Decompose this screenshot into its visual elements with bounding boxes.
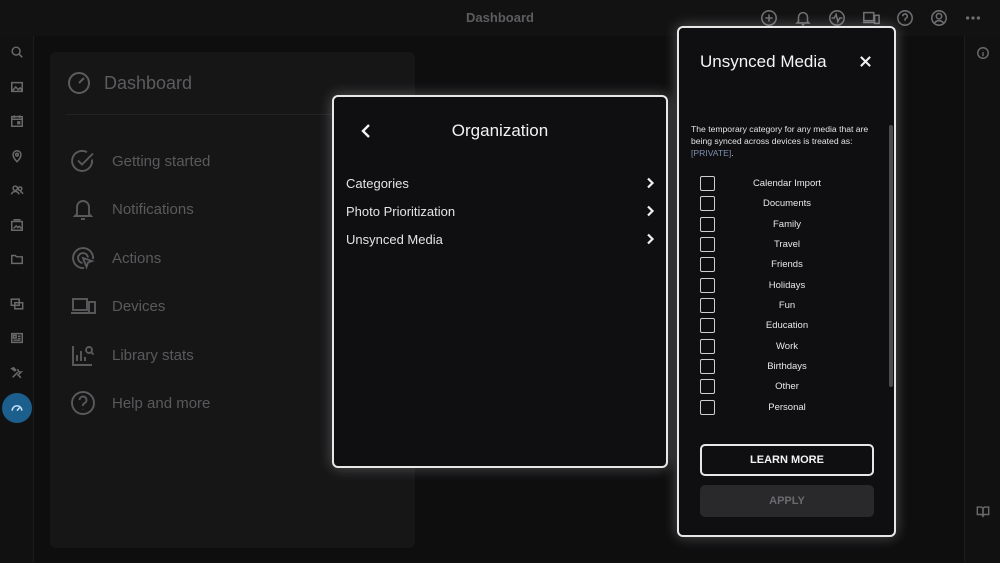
albums-icon[interactable] xyxy=(5,213,29,237)
account-icon[interactable] xyxy=(922,7,956,29)
category-option-other[interactable]: Other xyxy=(700,378,880,394)
category-option-family[interactable]: Family xyxy=(700,216,880,232)
close-button[interactable] xyxy=(855,51,875,71)
gauge-icon xyxy=(68,72,90,94)
dashboard-title: Dashboard xyxy=(104,72,193,93)
organization-row-label: Unsynced Media xyxy=(346,231,443,247)
calendar-icon[interactable] xyxy=(5,109,29,133)
organization-row-label: Photo Prioritization xyxy=(346,203,456,219)
left-sidebar xyxy=(0,36,34,563)
photos-icon[interactable] xyxy=(5,75,29,99)
dashboard-item-getting-started[interactable]: Getting started xyxy=(70,148,210,174)
organization-row-categories[interactable]: Categories xyxy=(346,171,656,195)
organization-row-photo-prioritization[interactable]: Photo Prioritization xyxy=(346,199,656,223)
collections-icon[interactable] xyxy=(5,292,29,316)
category-label: Work xyxy=(776,340,798,352)
dashboard-header: Dashboard xyxy=(66,70,192,96)
unsynced-title: Unsynced Media xyxy=(700,52,827,71)
help-icon[interactable] xyxy=(888,7,922,29)
category-label: Holidays xyxy=(768,279,806,291)
category-checkbox[interactable] xyxy=(700,175,715,191)
category-label: Family xyxy=(773,218,801,230)
bell-icon xyxy=(72,200,94,220)
dashboard-item-library-stats[interactable]: Library stats xyxy=(70,342,194,368)
category-checkbox[interactable] xyxy=(700,358,715,374)
search-icon[interactable] xyxy=(5,40,29,64)
category-option-calendar-import[interactable]: Calendar Import xyxy=(700,175,880,191)
category-checkbox[interactable] xyxy=(700,236,715,252)
category-label: Personal xyxy=(768,401,806,413)
dashboard-item-actions[interactable]: Actions xyxy=(70,245,161,271)
dashboard-item-label: Library stats xyxy=(112,346,194,364)
category-checkbox[interactable] xyxy=(700,297,715,313)
book-icon[interactable] xyxy=(974,502,992,520)
dashboard-item-label: Devices xyxy=(112,297,166,315)
folders-icon[interactable] xyxy=(5,247,29,271)
unsynced-media-dialog: Unsynced Media The temporary category fo… xyxy=(677,26,896,537)
dashboard-item-label: Notifications xyxy=(112,200,194,218)
description-text: The temporary category for any media tha… xyxy=(691,124,869,146)
category-checkbox[interactable] xyxy=(700,277,715,293)
chevron-right-icon xyxy=(647,205,655,217)
chevron-right-icon xyxy=(647,177,655,189)
category-option-friends[interactable]: Friends xyxy=(700,256,880,272)
organization-dialog: Organization Categories Photo Prioritiza… xyxy=(332,95,668,468)
category-label: Fun xyxy=(778,299,796,311)
close-icon xyxy=(859,55,871,67)
scrollbar[interactable] xyxy=(889,125,893,387)
category-label: Friends xyxy=(771,258,803,270)
dashboard-item-label: Getting started xyxy=(112,152,211,170)
apply-button[interactable]: APPLY xyxy=(700,485,874,517)
dashboard-item-label: Actions xyxy=(112,249,162,267)
dashboard-icon[interactable] xyxy=(2,393,32,423)
category-option-fun[interactable]: Fun xyxy=(700,297,880,313)
devices-icon xyxy=(71,298,96,314)
category-checkbox[interactable] xyxy=(700,256,715,272)
category-checkbox[interactable] xyxy=(700,216,715,232)
organization-row-unsynced-media[interactable]: Unsynced Media xyxy=(346,227,656,251)
private-tag: [PRIVATE] xyxy=(691,148,732,158)
target-cursor-icon xyxy=(72,247,95,270)
info-icon[interactable] xyxy=(974,44,992,62)
description-end: . xyxy=(731,148,734,158)
people-icon[interactable] xyxy=(5,178,29,202)
category-option-personal[interactable]: Personal xyxy=(700,399,880,415)
category-checkbox[interactable] xyxy=(700,338,715,354)
category-option-travel[interactable]: Travel xyxy=(700,236,880,252)
places-icon[interactable] xyxy=(5,144,29,168)
dashboard-item-label: Help and more xyxy=(112,394,211,412)
category-label: Travel xyxy=(773,238,801,250)
category-label: Birthdays xyxy=(767,360,807,372)
category-label: Documents xyxy=(762,197,812,209)
category-option-education[interactable]: Education xyxy=(700,317,880,333)
library-icon[interactable] xyxy=(5,326,29,350)
category-label: Other xyxy=(775,380,799,392)
dashboard-item-notifications[interactable]: Notifications xyxy=(70,196,194,222)
category-checkbox[interactable] xyxy=(700,195,715,211)
category-option-birthdays[interactable]: Birthdays xyxy=(700,358,880,374)
learn-more-button[interactable]: LEARN MORE xyxy=(700,444,874,476)
category-checkbox[interactable] xyxy=(700,378,715,394)
category-checkbox[interactable] xyxy=(700,399,715,415)
unsynced-description: The temporary category for any media tha… xyxy=(691,123,886,159)
category-label: Education xyxy=(765,319,809,331)
category-option-holidays[interactable]: Holidays xyxy=(700,277,880,293)
organization-row-label: Categories xyxy=(346,175,409,191)
category-label: Calendar Import xyxy=(752,177,822,189)
category-option-documents[interactable]: Documents xyxy=(700,195,880,211)
help-icon xyxy=(71,391,95,415)
category-checkbox[interactable] xyxy=(700,317,715,333)
chevron-right-icon xyxy=(647,233,655,245)
dashboard-item-devices[interactable]: Devices xyxy=(70,293,165,319)
category-option-work[interactable]: Work xyxy=(700,338,880,354)
stats-icon xyxy=(72,346,95,366)
more-icon[interactable] xyxy=(956,7,990,29)
check-circle-icon xyxy=(71,149,94,172)
dashboard-item-help[interactable]: Help and more xyxy=(70,390,210,416)
right-sidebar xyxy=(964,36,1000,563)
tools-icon[interactable] xyxy=(5,361,29,385)
organization-title: Organization xyxy=(451,121,549,140)
